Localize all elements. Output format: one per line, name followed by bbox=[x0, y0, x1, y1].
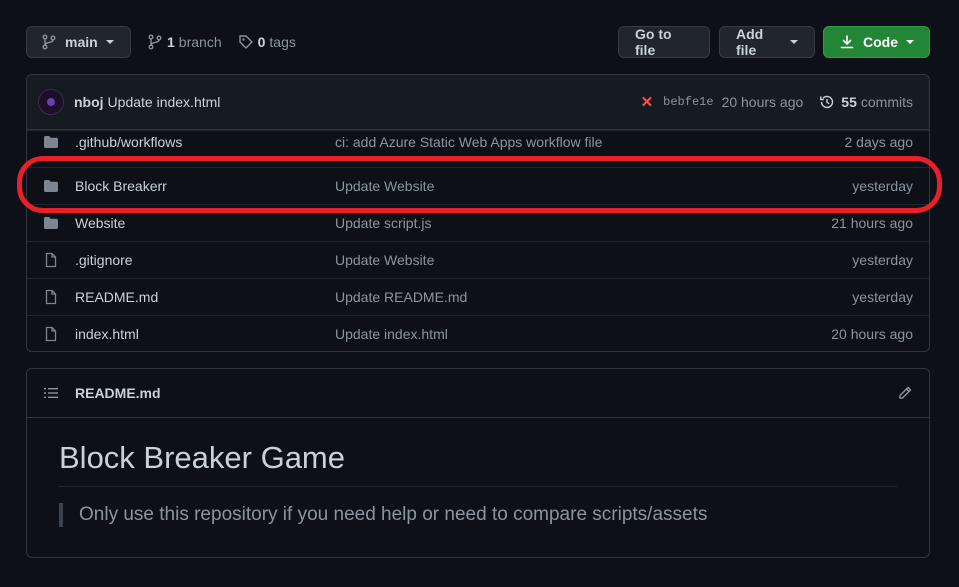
branch-word: branch bbox=[178, 34, 222, 50]
chevron-down-icon bbox=[906, 40, 914, 44]
file-commit-message[interactable]: Update index.html bbox=[335, 326, 831, 342]
code-button[interactable]: Code bbox=[823, 26, 930, 58]
git-branch-icon bbox=[41, 34, 57, 50]
chevron-down-icon bbox=[790, 40, 798, 44]
tag-count: 0 bbox=[257, 34, 266, 50]
branch-count: 1 bbox=[167, 34, 175, 50]
latest-commit-bar: nboj Update index.html ✕ bebfe1e 20 hour… bbox=[27, 75, 929, 130]
file-browser: nboj Update index.html ✕ bebfe1e 20 hour… bbox=[26, 74, 930, 352]
readme-panel: README.md Block Breaker Game Only use th… bbox=[26, 368, 930, 558]
file-date: yesterday bbox=[852, 289, 913, 305]
pencil-icon[interactable] bbox=[897, 385, 913, 401]
file-commit-message[interactable]: Update README.md bbox=[335, 289, 852, 305]
code-label: Code bbox=[863, 34, 898, 50]
file-name[interactable]: index.html bbox=[75, 326, 335, 342]
folder-icon bbox=[43, 134, 59, 150]
file-row[interactable]: Website Update script.js 21 hours ago bbox=[27, 204, 929, 241]
tags-link[interactable]: 0 tags bbox=[238, 34, 296, 50]
branches-link[interactable]: 1 branch bbox=[147, 34, 222, 50]
go-to-file-button[interactable]: Go to file bbox=[618, 26, 710, 58]
file-commit-message[interactable]: ci: add Azure Static Web Apps workflow f… bbox=[335, 134, 845, 150]
repo-toolbar: main 1 branch 0 tags Go to file Add file… bbox=[26, 26, 930, 58]
file-row[interactable]: README.md Update README.md yesterday bbox=[27, 278, 929, 315]
file-row[interactable]: index.html Update index.html 20 hours ag… bbox=[27, 315, 929, 351]
tag-icon bbox=[238, 34, 254, 50]
list-icon[interactable] bbox=[43, 385, 59, 401]
file-date: 21 hours ago bbox=[831, 215, 913, 231]
check-failed-icon[interactable]: ✕ bbox=[641, 93, 654, 111]
file-row[interactable]: .github/workflows ci: add Azure Static W… bbox=[27, 130, 929, 167]
file-row[interactable]: .gitignore Update Website yesterday bbox=[27, 241, 929, 278]
branch-selector-button[interactable]: main bbox=[26, 26, 131, 58]
commit-time: 20 hours ago bbox=[721, 94, 804, 110]
commit-sha[interactable]: bebfe1e bbox=[663, 95, 713, 109]
git-branch-icon bbox=[147, 34, 163, 50]
file-commit-message[interactable]: Update script.js bbox=[335, 215, 831, 231]
file-icon bbox=[43, 326, 59, 342]
readme-blockquote: Only use this repository if you need hel… bbox=[59, 503, 897, 527]
file-commit-message[interactable]: Update Website bbox=[335, 178, 852, 194]
file-date: 20 hours ago bbox=[831, 326, 913, 342]
file-commit-message[interactable]: Update Website bbox=[335, 252, 852, 268]
readme-content: Block Breaker Game Only use this reposit… bbox=[27, 418, 929, 527]
file-name[interactable]: Block Breakerr bbox=[75, 178, 335, 194]
folder-icon bbox=[43, 215, 59, 231]
file-icon bbox=[43, 289, 59, 305]
add-file-label: Add file bbox=[736, 26, 764, 58]
history-icon bbox=[819, 94, 835, 110]
file-row[interactable]: Block Breakerr Update Website yesterday bbox=[27, 167, 929, 204]
avatar[interactable] bbox=[38, 89, 64, 115]
file-name[interactable]: README.md bbox=[75, 289, 335, 305]
readme-heading: Block Breaker Game bbox=[59, 440, 897, 487]
chevron-down-icon bbox=[105, 40, 114, 44]
readme-filename[interactable]: README.md bbox=[75, 385, 897, 401]
folder-icon bbox=[43, 178, 59, 194]
file-name[interactable]: .github/workflows bbox=[75, 134, 335, 150]
file-date: yesterday bbox=[852, 178, 913, 194]
commit-count: 55 bbox=[841, 94, 857, 110]
commit-author[interactable]: nboj bbox=[74, 94, 104, 110]
branch-name: main bbox=[65, 34, 98, 50]
file-date: 2 days ago bbox=[844, 134, 914, 150]
download-icon bbox=[839, 34, 855, 50]
file-name[interactable]: Website bbox=[75, 215, 335, 231]
file-date: yesterday bbox=[852, 252, 913, 268]
tag-word: tags bbox=[269, 34, 296, 50]
file-name[interactable]: .gitignore bbox=[75, 252, 335, 268]
readme-header: README.md bbox=[27, 369, 929, 418]
file-icon bbox=[43, 252, 59, 268]
commits-link[interactable]: 55 commits bbox=[819, 94, 913, 110]
add-file-button[interactable]: Add file bbox=[719, 26, 815, 58]
commit-message[interactable]: Update index.html bbox=[108, 94, 221, 110]
commit-count-word: commits bbox=[860, 94, 913, 110]
